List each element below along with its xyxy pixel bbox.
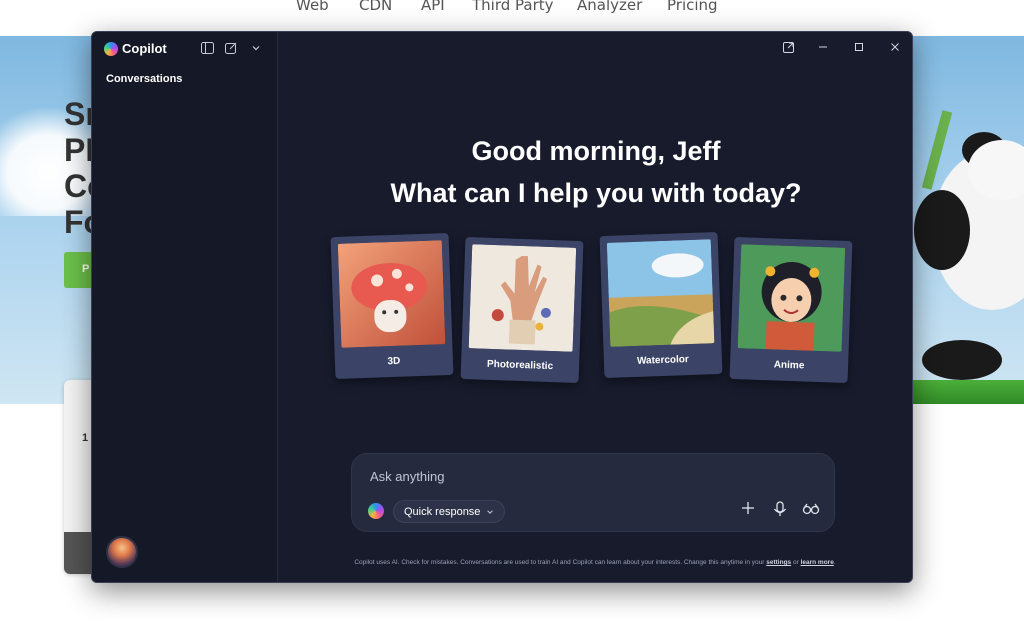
composer: Quick response [351,453,835,532]
copilot-window: Copilot Conversations Good morning, Jeff… [91,31,913,583]
style-card-watercolor[interactable]: Watercolor [599,231,723,379]
panda-image [914,110,1024,380]
app-title: Copilot [104,41,167,56]
copilot-logo-icon [104,41,118,56]
style-card-anime[interactable]: Anime [729,236,853,384]
chevron-down-icon [487,509,494,514]
style-card-label: Anime [773,359,805,372]
response-mode-label: Quick response [404,505,481,518]
style-card-label: 3D [387,355,401,368]
bg-nav-web[interactable]: Web [296,0,329,14]
add-icon[interactable] [738,501,758,521]
popout-icon[interactable] [782,41,796,55]
hand-flowers-image [468,244,577,352]
landscape-image [606,239,715,347]
sidebar-icon[interactable] [200,42,214,56]
microphone-icon[interactable] [770,501,790,521]
settings-link[interactable]: settings [766,559,791,566]
conversations-label: Conversations [106,73,183,85]
bg-nav-third-party[interactable]: Third Party [472,0,554,14]
disclaimer-or: or [792,559,799,566]
bg-nav-pricing[interactable]: Pricing [667,0,718,14]
bg-nav-cdn[interactable]: CDN [359,0,392,14]
greeting-title: Good morning, Jeff [471,136,721,166]
chevron-down-icon[interactable] [249,42,263,56]
new-chat-icon[interactable] [224,42,238,56]
style-card-label: Watercolor [636,354,690,367]
ask-input[interactable] [370,466,810,486]
style-card-label: Photorealistic [486,358,554,373]
glasses-icon[interactable] [801,501,821,521]
sidebar: Copilot Conversations [92,32,278,582]
bg-cta-label: P [82,263,90,275]
minimize-icon[interactable] [816,41,830,55]
style-card-photorealistic[interactable]: Photorealistic [460,236,584,384]
close-icon[interactable] [888,41,902,55]
mushroom-image [337,240,446,348]
maximize-icon[interactable] [852,41,866,55]
bg-nav-analyzer[interactable]: Analyzer [577,0,642,14]
app-name: Copilot [122,41,167,56]
bg-nav-api[interactable]: API [421,0,445,14]
bg-card-text: 1 [82,432,89,444]
disclaimer-text: Copilot uses AI. Check for mistakes. Con… [354,559,765,566]
grass-image [912,380,1024,404]
response-mode-dropdown[interactable]: Quick response [393,500,506,523]
avatar[interactable] [106,536,138,568]
copilot-logo-icon [368,503,384,519]
anime-girl-image [737,244,846,352]
disclaimer-period: . [833,559,836,566]
style-card-3d[interactable]: 3D [330,232,454,380]
disclaimer: Copilot uses AI. Check for mistakes. Con… [308,558,882,568]
learn-more-link[interactable]: learn more [801,559,834,566]
greeting-subtitle: What can I help you with today? [390,178,802,208]
